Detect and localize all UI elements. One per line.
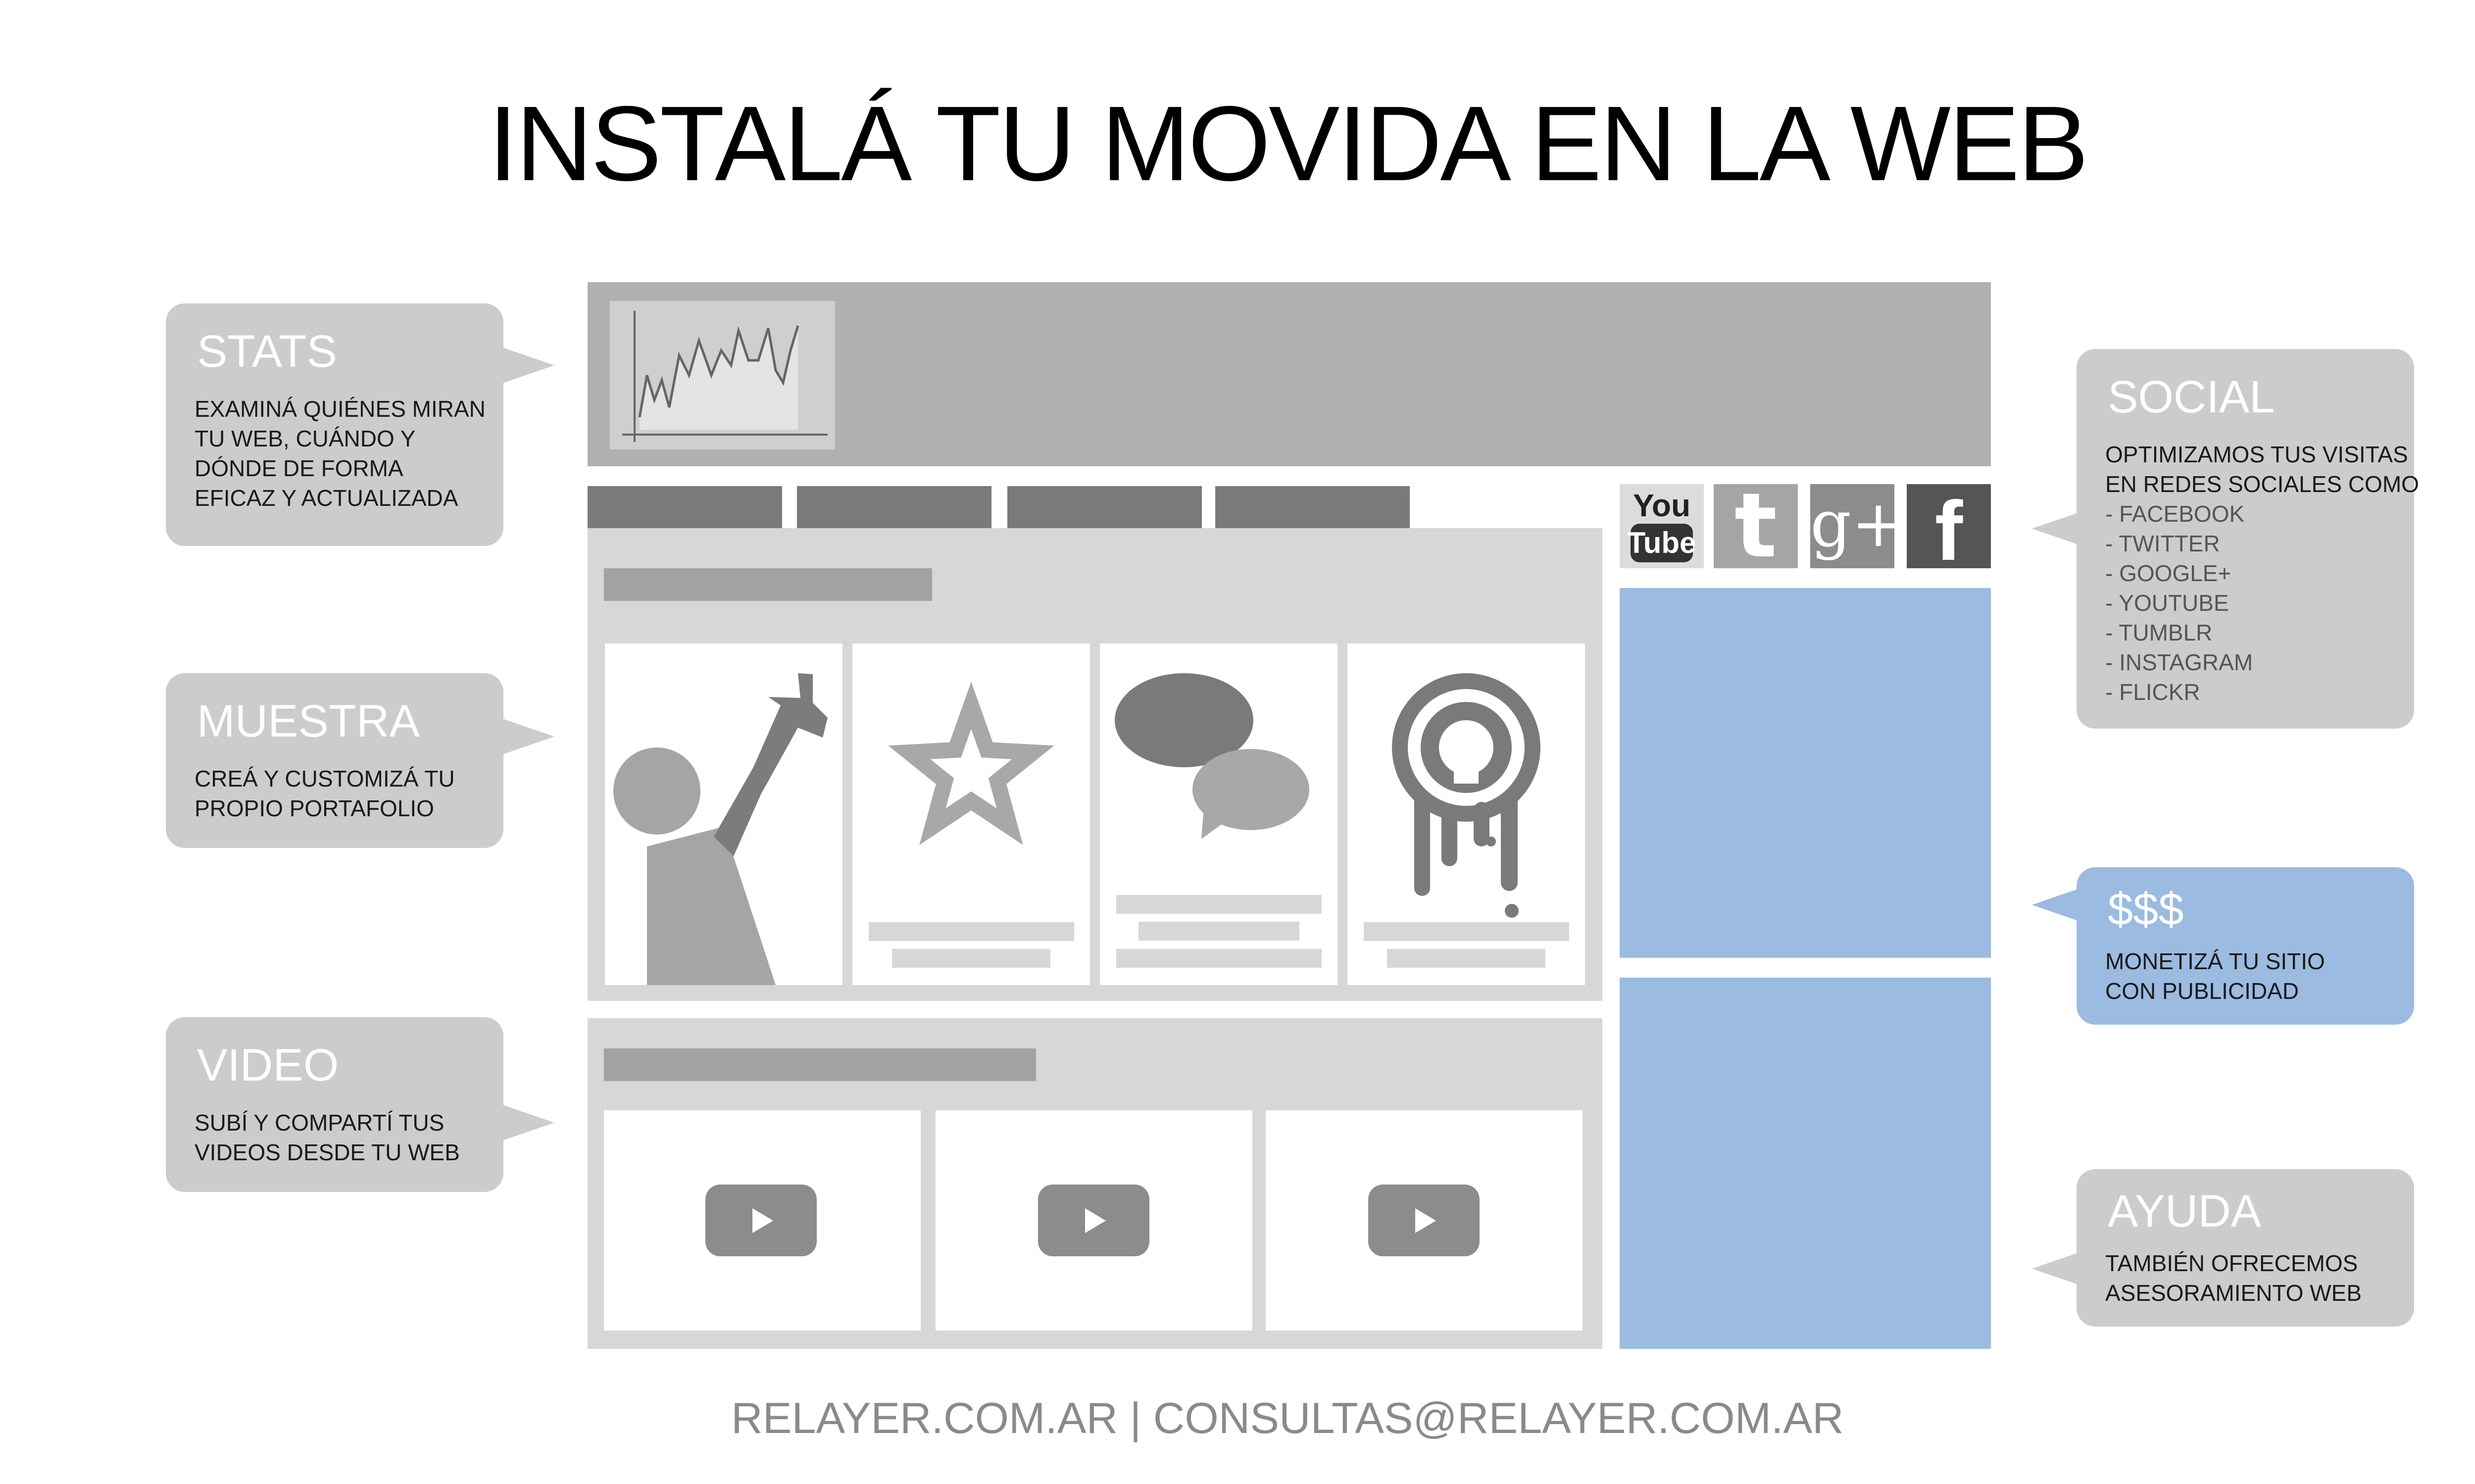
callout-social-line: - TUMBLR bbox=[2105, 620, 2213, 645]
callout-stats-pointer bbox=[500, 346, 554, 384]
callout-money-line: CON PUBLICIDAD bbox=[2105, 978, 2299, 1004]
googleplus-icon-label: g+ bbox=[1810, 486, 1906, 561]
callout-social-line: OPTIMIZAMOS TUS VISITAS bbox=[2105, 442, 2408, 467]
callout-money: $$$ MONETIZÁ TU SITIO CON PUBLICIDAD bbox=[2077, 867, 2414, 1025]
callout-muestra-line: CREÁ Y CUSTOMIZÁ TU bbox=[195, 766, 455, 791]
callout-video-line: VIDEOS DESDE TU WEB bbox=[195, 1139, 460, 1165]
play-button-icon[interactable] bbox=[705, 1185, 817, 1256]
callout-social-line: - YOUTUBE bbox=[2105, 590, 2229, 616]
callout-money-line: MONETIZÁ TU SITIO bbox=[2105, 948, 2325, 974]
video-card[interactable] bbox=[604, 1110, 921, 1331]
callout-social-line: - FACEBOOK bbox=[2105, 501, 2245, 527]
callout-social-line: - INSTAGRAM bbox=[2105, 649, 2253, 675]
video-card[interactable] bbox=[1266, 1110, 1583, 1331]
nav-tab[interactable] bbox=[588, 486, 782, 528]
callout-stats-line: EXAMINÁ QUIÉNES MIRAN bbox=[195, 396, 486, 422]
callout-video-pointer bbox=[500, 1104, 554, 1141]
nav-tab[interactable] bbox=[797, 486, 991, 528]
callout-stats-line: TU WEB, CUÁNDO Y bbox=[195, 426, 416, 451]
person-icon bbox=[613, 673, 828, 985]
nav-tab[interactable] bbox=[1215, 486, 1410, 528]
portfolio-card[interactable] bbox=[1100, 643, 1337, 985]
facebook-icon[interactable]: f bbox=[1907, 484, 1991, 573]
stats-chart-icon bbox=[622, 311, 828, 442]
callout-money-title: $$$ bbox=[2108, 884, 2184, 935]
play-button-icon[interactable] bbox=[1368, 1185, 1480, 1256]
portfolio-heading-bar bbox=[604, 568, 932, 601]
ad-panel-bottom[interactable] bbox=[1620, 978, 1991, 1349]
googleplus-icon[interactable]: g+ bbox=[1810, 484, 1906, 568]
callout-stats-title: STATS bbox=[197, 326, 337, 377]
target-icon bbox=[1364, 673, 1569, 968]
callout-stats: STATS EXAMINÁ QUIÉNES MIRAN TU WEB, CUÁN… bbox=[166, 303, 503, 546]
callout-social-line: EN REDES SOCIALES COMO bbox=[2105, 471, 2419, 497]
youtube-icon[interactable]: You Tube bbox=[1620, 484, 1704, 568]
portfolio-card[interactable] bbox=[1347, 643, 1585, 985]
callout-social-line: - TWITTER bbox=[2105, 531, 2220, 556]
callout-social-line: - GOOGLE+ bbox=[2105, 560, 2231, 586]
video-heading-bar bbox=[604, 1048, 1036, 1081]
callout-ayuda-line: TAMBIÉN OFRECEMOS bbox=[2105, 1250, 2358, 1276]
play-button-icon[interactable] bbox=[1038, 1185, 1149, 1256]
callout-ayuda: AYUDA TAMBIÉN OFRECEMOS ASESORAMIENTO WE… bbox=[2077, 1169, 2414, 1327]
callout-ayuda-title: AYUDA bbox=[2108, 1186, 2262, 1237]
callout-muestra: MUESTRA CREÁ Y CUSTOMIZÁ TU PROPIO PORTA… bbox=[166, 673, 503, 848]
callout-social-title: SOCIAL bbox=[2108, 372, 2275, 422]
twitter-icon[interactable]: t bbox=[1714, 479, 1798, 573]
callout-social-line: - FLICKR bbox=[2105, 679, 2200, 705]
chat-bubbles-icon bbox=[1115, 673, 1322, 968]
callout-social: SOCIAL OPTIMIZAMOS TUS VISITAS EN REDES … bbox=[2077, 349, 2419, 729]
callout-muestra-pointer bbox=[500, 718, 554, 755]
star-icon bbox=[869, 682, 1074, 968]
portfolio-card[interactable] bbox=[605, 643, 842, 985]
facebook-icon-label: f bbox=[1934, 484, 1963, 578]
callout-video: VIDEO SUBÍ Y COMPARTÍ TUS VIDEOS DESDE T… bbox=[166, 1017, 503, 1192]
callout-video-title: VIDEO bbox=[197, 1040, 339, 1090]
twitter-icon-label: t bbox=[1734, 474, 1778, 578]
callout-muestra-title: MUESTRA bbox=[197, 696, 420, 746]
callout-stats-line: EFICAZ Y ACTUALIZADA bbox=[195, 485, 458, 511]
callout-video-line: SUBÍ Y COMPARTÍ TUS bbox=[195, 1110, 445, 1136]
callout-ayuda-line: ASESORAMIENTO WEB bbox=[2105, 1280, 2362, 1306]
footer-contact: RELAYER.COM.AR | CONSULTAS@RELAYER.COM.A… bbox=[731, 1393, 1844, 1442]
callout-stats-line: DÓNDE DE FORMA bbox=[195, 455, 403, 481]
portfolio-card[interactable] bbox=[852, 643, 1090, 985]
page-title: INSTALÁ TU MOVIDA EN LA WEB bbox=[488, 84, 2088, 203]
youtube-icon-bottom: Tube bbox=[1627, 526, 1696, 559]
video-card[interactable] bbox=[936, 1110, 1252, 1331]
nav-tab[interactable] bbox=[1007, 486, 1202, 528]
callout-muestra-line: PROPIO PORTAFOLIO bbox=[195, 795, 434, 821]
stats-thumbnail bbox=[610, 301, 835, 449]
youtube-icon-top: You bbox=[1633, 488, 1691, 523]
ad-panel-top[interactable] bbox=[1620, 588, 1991, 958]
